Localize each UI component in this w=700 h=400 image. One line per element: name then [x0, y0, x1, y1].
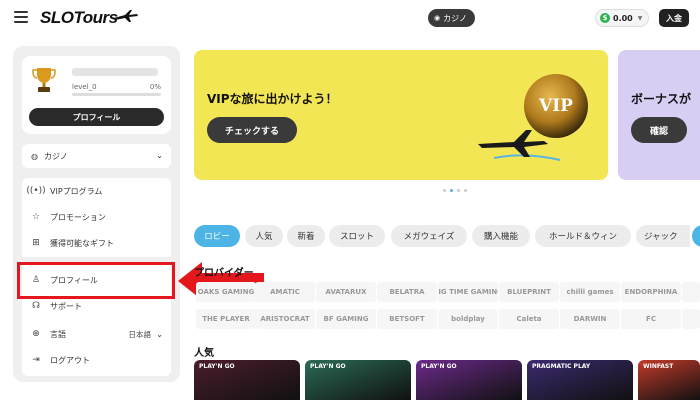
- trophy-icon: [32, 68, 56, 92]
- provider-logo-partial[interactable]: [682, 282, 700, 302]
- popular-title: 人気: [194, 348, 214, 359]
- promotion-icon: ☆: [31, 212, 41, 222]
- site-logo[interactable]: SLOTours: [40, 8, 118, 28]
- tab-slots[interactable]: スロット: [329, 225, 385, 247]
- language-value: 日本語: [128, 329, 152, 339]
- tab-popular[interactable]: 人気: [245, 225, 283, 247]
- sidebar-item-promotion[interactable]: ☆ プロモーション: [22, 205, 171, 229]
- hamburger-menu-icon[interactable]: [14, 11, 28, 23]
- tab-lobby[interactable]: ロビー: [194, 225, 240, 247]
- provider-logo[interactable]: BELATRA: [377, 282, 437, 302]
- top-header: SLOTours ◉ カジノ $ 0.00 ▼ 入金: [0, 0, 700, 38]
- balance-amount: 0.00: [613, 13, 633, 23]
- deposit-button[interactable]: 入金: [659, 9, 689, 27]
- casino-category-select[interactable]: ◍ カジノ ⌄: [22, 144, 171, 168]
- tab-megaways[interactable]: メガウェイズ: [391, 225, 467, 247]
- provider-logo[interactable]: BF GAMING: [316, 309, 376, 329]
- provider-logo[interactable]: DARWIN: [560, 309, 620, 329]
- provider-logo[interactable]: BETSOFT: [377, 309, 437, 329]
- provider-logo[interactable]: BIG TIME GAMING: [438, 282, 498, 302]
- gift-icon: ⊞: [32, 238, 40, 248]
- banner-title: ボーナスが: [631, 92, 692, 106]
- tab-jackpot[interactable]: ジャック: [636, 225, 690, 247]
- vip-banner[interactable]: VIPな旅に出かけよう！ チェックする VIP: [194, 50, 608, 180]
- provider-logo[interactable]: AMATIC: [255, 282, 315, 302]
- sidebar-item-vip[interactable]: ((•)) VIPプログラム: [22, 179, 171, 203]
- provider-logo[interactable]: OAKS GAMING: [196, 282, 256, 302]
- provider-logo[interactable]: FC: [621, 309, 681, 329]
- game-tile[interactable]: PRAGMATIC PLAY: [527, 360, 633, 400]
- sidebar-item-logout[interactable]: ⇥ ログアウト: [22, 348, 171, 372]
- level-progress-bar: [72, 93, 161, 96]
- provider-logo[interactable]: BLUEPRINT: [499, 282, 559, 302]
- carousel-dot-active[interactable]: [450, 189, 453, 192]
- tab-new[interactable]: 新着: [287, 225, 325, 247]
- casino-chip-icon: ◍: [31, 151, 38, 161]
- tab-hold-and-win[interactable]: ホールド＆ウィン: [535, 225, 631, 247]
- game-tile[interactable]: PLAY'N GO: [305, 360, 411, 400]
- sidebar-item-gifts[interactable]: ⊞ 獲得可能なギフト: [22, 231, 171, 255]
- provider-logo[interactable]: ARISTOCRAT: [255, 309, 315, 329]
- support-icon: ☊: [32, 301, 40, 311]
- globe-icon: ⊕: [32, 329, 40, 339]
- chevron-down-icon: ⌄: [156, 329, 163, 339]
- provider-logo[interactable]: boldplay: [438, 309, 498, 329]
- vip-wave-icon: ((•)): [26, 186, 46, 196]
- provider-logo[interactable]: Caleta: [499, 309, 559, 329]
- chevron-down-icon: ⌄: [156, 151, 163, 160]
- game-tile[interactable]: PLAY'N GO: [416, 360, 522, 400]
- profile-card: level_0 0% プロフィール: [22, 56, 171, 134]
- level-percent: 0%: [149, 83, 161, 91]
- providers-title: プロバイダー: [194, 268, 254, 279]
- logo-plane-icon: [114, 10, 138, 22]
- carousel-dot[interactable]: [457, 189, 460, 192]
- logout-icon: ⇥: [32, 355, 40, 365]
- carousel-dot[interactable]: [464, 189, 467, 192]
- carousel-dots: [443, 189, 467, 192]
- provider-logo[interactable]: AVATARUX: [316, 282, 376, 302]
- tabs-scroll-indicator[interactable]: [692, 225, 700, 247]
- carousel-dot[interactable]: [443, 189, 446, 192]
- sidebar-item-language[interactable]: ⊕ 言語 日本語 ⌄: [22, 322, 171, 346]
- vip-badge: VIP: [524, 74, 588, 138]
- level-label: level_0: [72, 83, 97, 91]
- bonus-banner[interactable]: ボーナスが 確認: [618, 50, 700, 180]
- caret-down-icon: ▼: [637, 14, 643, 22]
- game-tile[interactable]: WINFAST: [638, 360, 700, 400]
- casino-mode-button[interactable]: ◉ カジノ: [428, 9, 475, 27]
- provider-logo[interactable]: chilli games: [560, 282, 620, 302]
- balance-dropdown[interactable]: $ 0.00 ▼: [595, 9, 649, 27]
- profile-button[interactable]: プロフィール: [29, 108, 164, 126]
- game-tile[interactable]: PLAY'N GO: [194, 360, 300, 400]
- banner-title: VIPな旅に出かけよう！: [207, 92, 338, 106]
- dollar-coin-icon: $: [600, 13, 610, 23]
- username-redacted: [72, 68, 158, 76]
- provider-logo[interactable]: ENDORPHINA: [621, 282, 681, 302]
- casino-chip-icon: ◉: [434, 14, 441, 22]
- provider-logo[interactable]: THE PLAYER: [196, 309, 256, 329]
- tab-buy-feature[interactable]: 購入機能: [472, 225, 530, 247]
- confirm-button[interactable]: 確認: [631, 117, 687, 143]
- check-button[interactable]: チェックする: [207, 117, 297, 143]
- provider-logo-partial[interactable]: [682, 309, 700, 329]
- profile-highlight-box: [17, 262, 175, 299]
